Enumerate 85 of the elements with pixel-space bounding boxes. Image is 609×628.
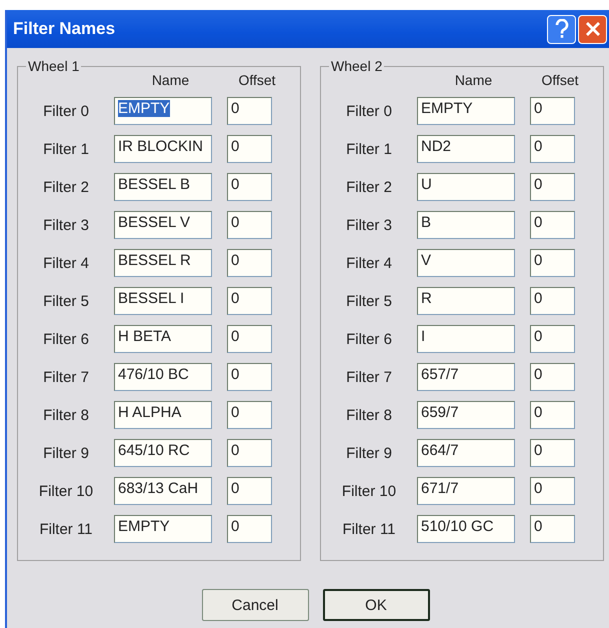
name-field[interactable]: BESSEL R	[114, 249, 212, 277]
help-button[interactable]	[547, 14, 576, 44]
filter-label: Filter 11	[39, 520, 93, 538]
close-button[interactable]	[578, 14, 607, 44]
cancel-button[interactable]: Cancel	[202, 589, 308, 621]
offset-field[interactable]: 0	[530, 173, 575, 201]
offset-field[interactable]: 0	[530, 401, 575, 429]
offset-field[interactable]: 0	[530, 249, 575, 277]
filter-label: Filter 7	[346, 368, 392, 386]
filter-label: Filter 6	[346, 330, 392, 348]
name-field[interactable]: ND2	[417, 135, 515, 163]
offset-field[interactable]: 0	[227, 401, 272, 429]
offset-field[interactable]: 0	[530, 97, 575, 125]
filter-label: Filter 4	[346, 254, 392, 272]
offset-field[interactable]: 0	[530, 287, 575, 315]
offset-field[interactable]: 0	[530, 477, 575, 505]
offset-field[interactable]: 0	[227, 97, 272, 125]
filter-label: Filter 10	[342, 482, 396, 500]
filter-label: Filter 11	[342, 520, 396, 538]
group-title: Wheel 2	[330, 58, 384, 74]
name-field[interactable]: 476/10 BC	[114, 363, 212, 391]
filter-label: Filter 6	[43, 330, 89, 348]
offset-field[interactable]: 0	[227, 135, 272, 163]
window-title: Filter Names	[13, 19, 116, 39]
offset-field[interactable]: 0	[530, 439, 575, 467]
name-field[interactable]: H BETA	[114, 325, 212, 353]
name-field[interactable]: 664/7	[417, 439, 515, 467]
offset-field[interactable]: 0	[227, 325, 272, 353]
filter-label: Filter 9	[346, 444, 392, 462]
filter-label: Filter 2	[346, 178, 392, 196]
offset-field[interactable]: 0	[530, 211, 575, 239]
offset-field[interactable]: 0	[530, 515, 575, 543]
name-field[interactable]: 510/10 GC	[417, 515, 515, 543]
name-field[interactable]: EMPTY	[114, 515, 212, 543]
name-field[interactable]: B	[417, 211, 515, 239]
filter-label: Filter 8	[43, 406, 89, 424]
filter-label: Filter 9	[43, 444, 89, 462]
offset-field[interactable]: 0	[227, 439, 272, 467]
offset-field[interactable]: 0	[227, 515, 272, 543]
name-field[interactable]: 657/7	[417, 363, 515, 391]
column-header: Offset	[541, 72, 579, 90]
name-field[interactable]: BESSEL B	[114, 173, 212, 201]
filter-label: Filter 5	[43, 292, 89, 310]
column-header: Offset	[238, 72, 276, 90]
name-field[interactable]: BESSEL V	[114, 211, 212, 239]
ok-button[interactable]: OK	[322, 589, 430, 621]
offset-field[interactable]: 0	[227, 363, 272, 391]
name-field[interactable]: R	[417, 287, 515, 315]
filter-label: Filter 0	[43, 102, 89, 120]
group-title: Wheel 1	[27, 58, 80, 74]
filter-label: Filter 2	[43, 178, 89, 196]
filter-label: Filter 4	[43, 254, 89, 272]
filter-label: Filter 3	[346, 216, 392, 234]
name-field[interactable]: 683/13 CaH	[114, 477, 212, 505]
offset-field[interactable]: 0	[530, 363, 575, 391]
offset-field[interactable]: 0	[530, 325, 575, 353]
name-field[interactable]: V	[417, 249, 515, 277]
name-field[interactable]: IR BLOCKIN	[114, 135, 212, 163]
name-field[interactable]: I	[417, 325, 515, 353]
filter-label: Filter 0	[346, 102, 392, 120]
column-header: Name	[152, 72, 190, 90]
name-field[interactable]: 671/7	[417, 477, 515, 505]
name-field[interactable]: H ALPHA	[114, 401, 212, 429]
column-header: Name	[454, 72, 492, 90]
help-icon	[554, 19, 570, 39]
offset-field[interactable]: 0	[227, 477, 272, 505]
filter-label: Filter 3	[43, 216, 89, 234]
name-field[interactable]: BESSEL I	[114, 287, 212, 315]
name-field[interactable]: U	[417, 173, 515, 201]
filter-label: Filter 10	[38, 482, 94, 500]
filter-label: Filter 1	[43, 140, 89, 158]
name-field[interactable]: 659/7	[417, 401, 515, 429]
name-field[interactable]: EMPTY	[417, 97, 515, 125]
filter-label: Filter 8	[346, 406, 392, 424]
offset-field[interactable]: 0	[227, 211, 272, 239]
name-field[interactable]: 645/10 RC	[114, 439, 212, 467]
close-icon	[584, 21, 600, 37]
name-field[interactable]: EMPTY	[114, 97, 212, 125]
filter-label: Filter 1	[346, 140, 392, 158]
offset-field[interactable]: 0	[227, 287, 272, 315]
offset-field[interactable]: 0	[530, 135, 575, 163]
offset-field[interactable]: 0	[227, 173, 272, 201]
offset-field[interactable]: 0	[227, 249, 272, 277]
filter-label: Filter 7	[43, 368, 89, 386]
filter-label: Filter 5	[346, 292, 392, 310]
